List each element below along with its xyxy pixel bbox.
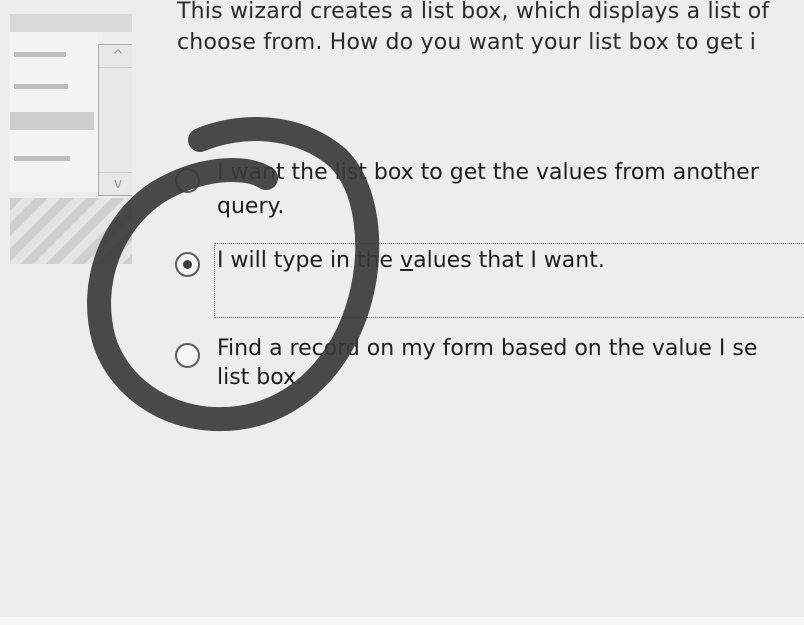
radio-type-values[interactable]	[175, 252, 200, 277]
intro-line-1: This wizard creates a list box, which di…	[177, 0, 770, 24]
radio-get-values-from-table[interactable]	[175, 168, 200, 193]
intro-line-2: choose from. How do you want your list b…	[177, 30, 757, 55]
option-2-label: I will type in the values that I want.	[217, 244, 605, 277]
preview-list-line-selected	[10, 112, 94, 130]
list-box-preview: ^ v	[10, 14, 132, 264]
option-1-line-1: I want the list box to get the values fr…	[217, 160, 759, 185]
preview-list-line	[14, 84, 68, 89]
radio-find-record[interactable]	[175, 343, 200, 368]
wizard-intro-text: This wizard creates a list box, which di…	[177, 0, 804, 58]
preview-header	[10, 14, 132, 32]
preview-list	[10, 32, 98, 192]
scroll-down-icon: v	[99, 172, 132, 195]
preview-hatched-area	[10, 198, 132, 264]
option-1-line-2: query.	[217, 194, 285, 219]
dialog-bottom-edge	[0, 617, 804, 625]
option-2-label-post: alues that I want.	[413, 248, 605, 273]
scroll-up-icon: ^	[99, 45, 132, 68]
option-3-line-2: list box.	[217, 365, 304, 390]
preview-list-line	[14, 52, 66, 57]
option-2-label-accel: v	[400, 248, 414, 273]
preview-scrollbar: ^ v	[98, 44, 132, 196]
option-2-label-pre: I will type in the	[217, 248, 401, 273]
preview-list-line	[14, 156, 70, 161]
